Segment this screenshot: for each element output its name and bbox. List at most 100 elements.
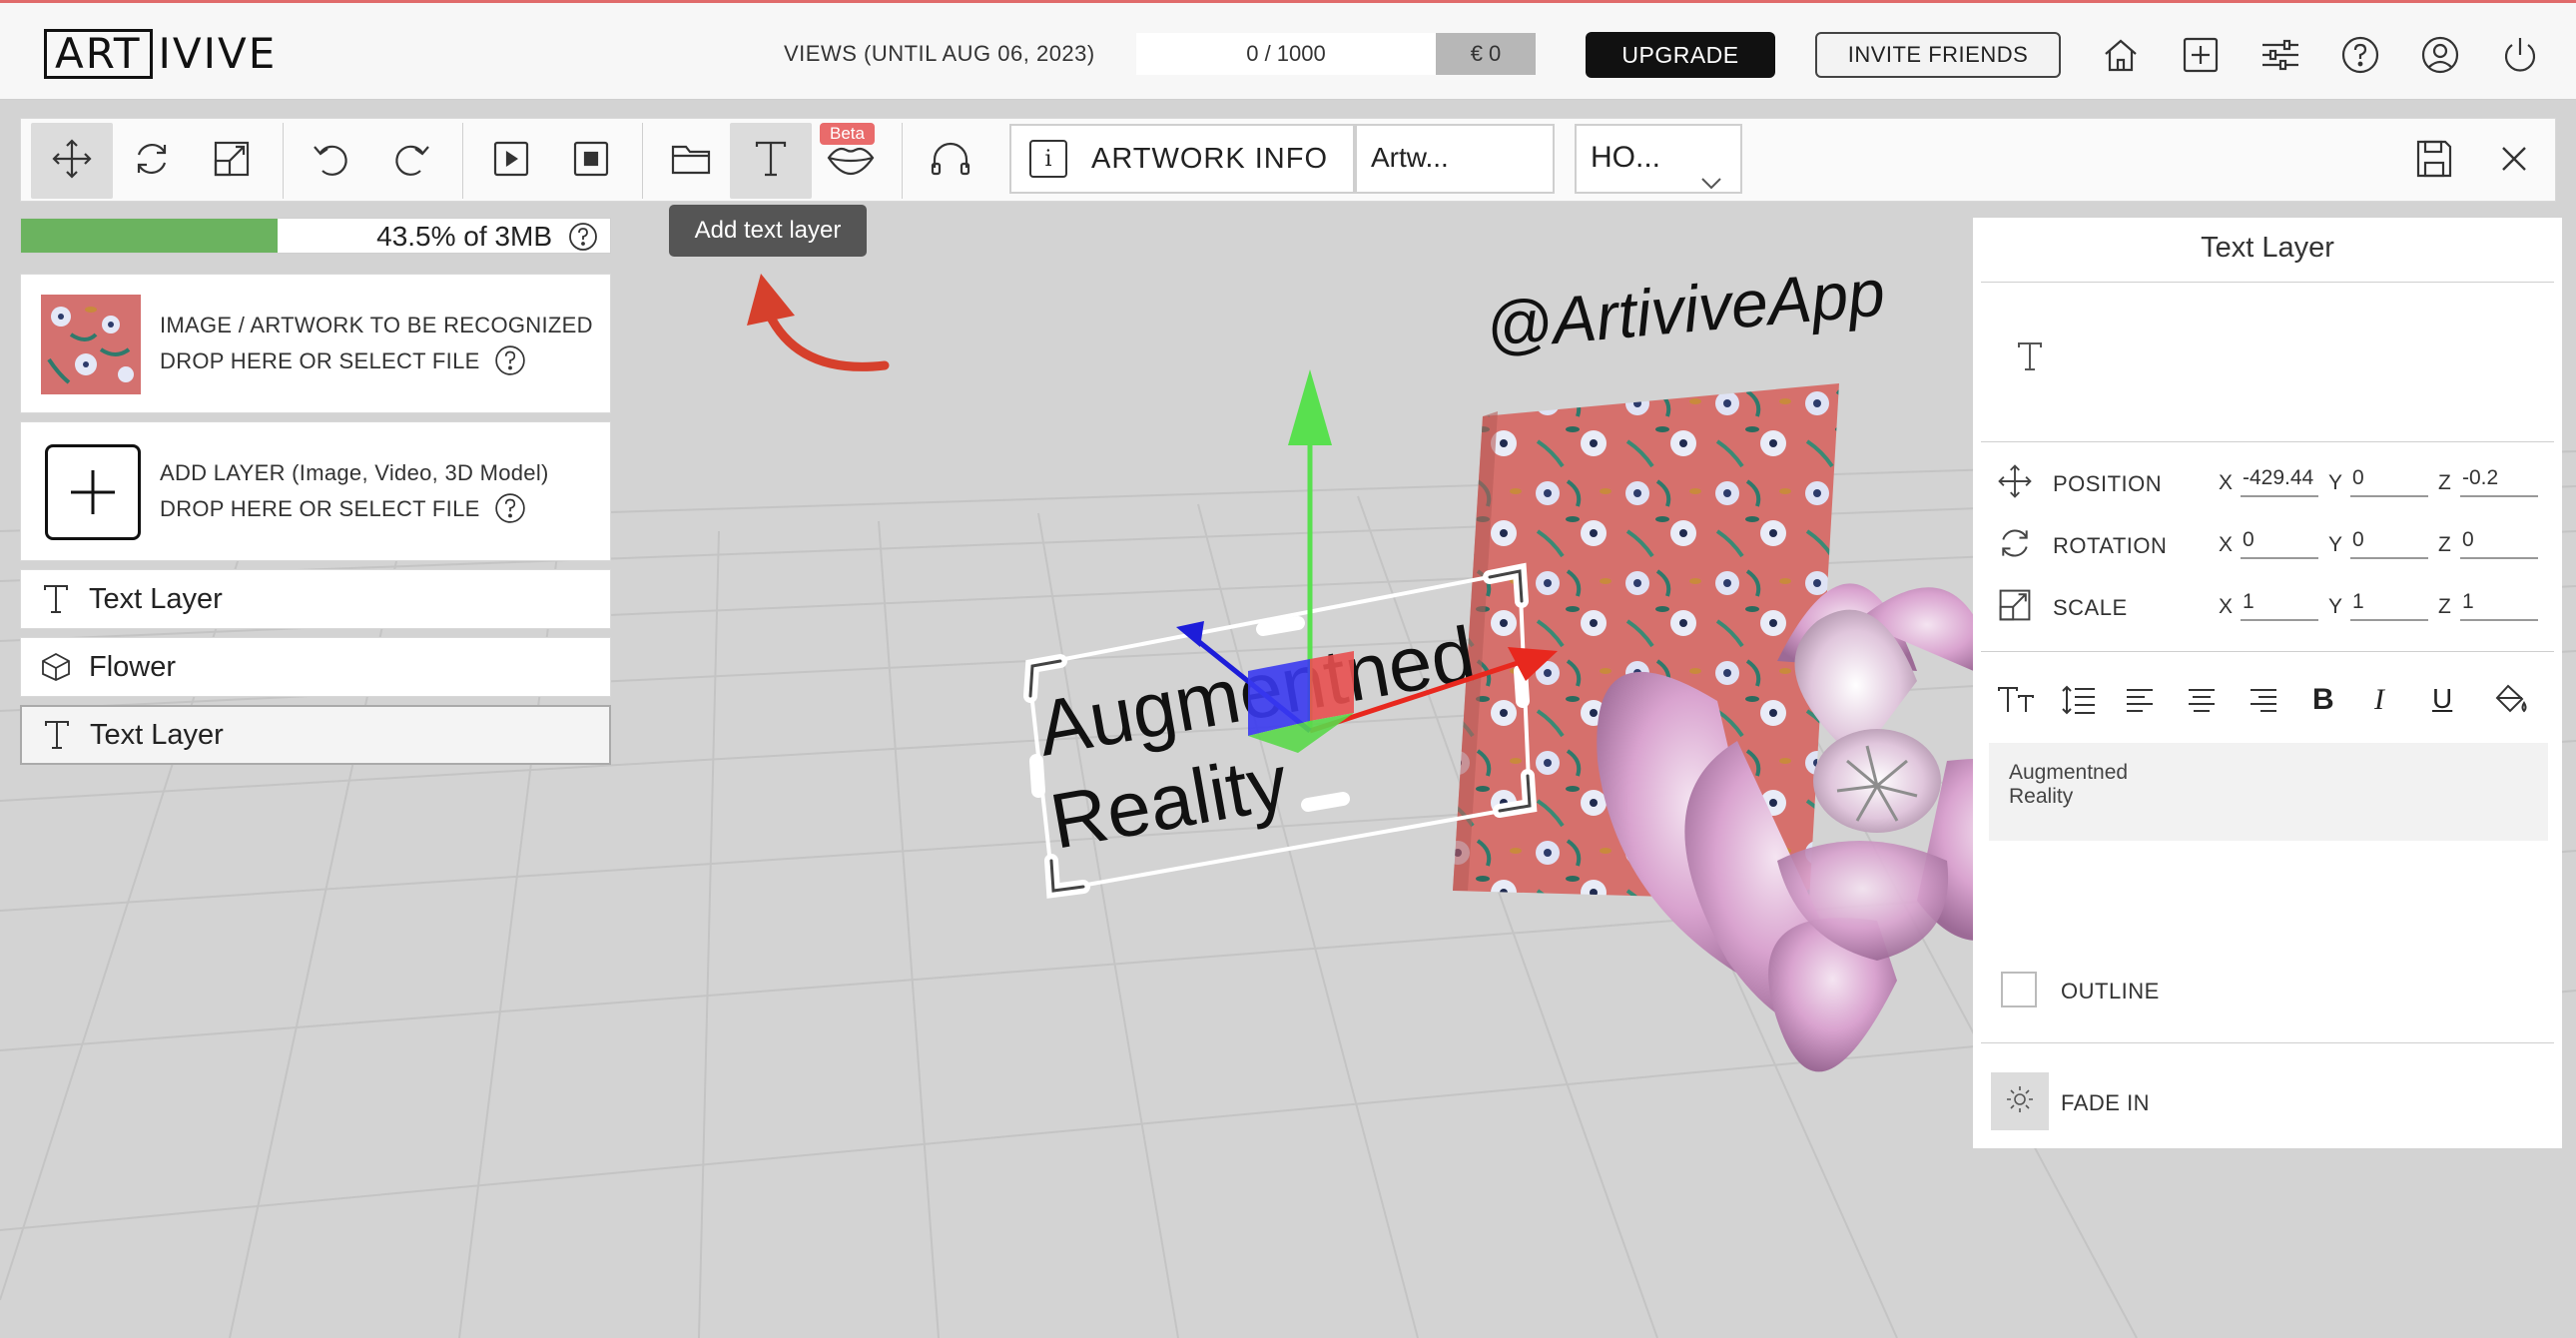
guide-arrow — [747, 274, 890, 371]
open-folder-button[interactable] — [650, 123, 732, 199]
rotate-icon — [132, 139, 172, 184]
line-height-icon[interactable] — [2061, 685, 2097, 720]
position-label: POSITION — [2053, 471, 2163, 496]
layer-item-text-2[interactable]: Text Layer — [20, 705, 611, 765]
position-z-input[interactable]: -0.2 — [2460, 463, 2538, 497]
save-icon — [2415, 139, 2453, 184]
rotation-y-input[interactable]: 0 — [2350, 525, 2428, 559]
paint-bucket-icon[interactable] — [2494, 683, 2528, 720]
add-layer-subtitle[interactable]: DROP HERE OR SELECT FILE — [160, 496, 480, 522]
fade-in-button[interactable] — [1991, 1072, 2049, 1130]
help-icon[interactable] — [568, 222, 598, 257]
layer-name: Text Layer — [90, 718, 224, 751]
scale-icon — [1997, 587, 2033, 628]
redo-icon — [390, 139, 432, 184]
upgrade-button[interactable]: UPGRADE — [1586, 32, 1775, 78]
sun-icon — [2005, 1084, 2035, 1119]
bold-icon[interactable]: B — [2312, 683, 2334, 717]
add-icon[interactable] — [2179, 33, 2223, 77]
save-button[interactable] — [2393, 123, 2475, 199]
storage-progress-fill — [21, 219, 278, 253]
align-left-icon[interactable] — [2125, 687, 2155, 720]
font-size-icon[interactable] — [1997, 685, 2037, 720]
add-text-layer-tooltip: Add text layer — [669, 205, 867, 257]
play-button[interactable] — [470, 123, 552, 199]
layer-name: Flower — [89, 650, 177, 683]
rotation-x-input[interactable]: 0 — [2241, 525, 2318, 559]
properties-panel: Text Layer POSITION X -429.44 Y 0 Z -0.2… — [1973, 218, 2562, 1148]
layer-item-flower[interactable]: Flower — [20, 637, 611, 697]
add-layer-icon — [45, 444, 141, 540]
scale-x-input[interactable]: 1 — [2241, 587, 2318, 621]
views-label: VIEWS (UNTIL AUG 06, 2023) — [784, 41, 1095, 66]
chevron-down-icon — [1700, 150, 1722, 214]
add-layer-title: ADD LAYER (Image, Video, 3D Model) — [160, 460, 549, 485]
underline-icon[interactable]: U — [2432, 683, 2452, 715]
rotation-z-input[interactable]: 0 — [2460, 525, 2538, 559]
undo-button[interactable] — [291, 123, 372, 199]
cube-icon — [37, 652, 75, 682]
invite-friends-button[interactable]: INVITE FRIENDS — [1815, 32, 2061, 78]
home-icon[interactable] — [2099, 33, 2143, 77]
settings-sliders-icon[interactable] — [2258, 33, 2302, 77]
artwork-name-field[interactable]: Artw... — [1355, 124, 1555, 194]
fade-in-label: FADE IN — [2061, 1090, 2151, 1115]
scale-icon — [212, 139, 252, 184]
power-icon[interactable] — [2498, 33, 2542, 77]
layer-name: Text Layer — [89, 582, 223, 615]
user-icon[interactable] — [2418, 33, 2462, 77]
artivive-handle-text: @ArtiviveApp — [1483, 255, 1888, 363]
gizmo-plane-yz[interactable] — [1310, 651, 1354, 721]
align-right-icon[interactable] — [2249, 687, 2278, 720]
text-content-input[interactable]: Augmentned Reality — [1989, 743, 2548, 841]
info-icon: i — [1029, 140, 1067, 178]
editor-toolbar: Beta i ARTWORK INFO Artw... HO... — [20, 118, 2556, 202]
redo-button[interactable] — [370, 123, 452, 199]
rotate-tool-button[interactable] — [111, 123, 193, 199]
layer-item-text-1[interactable]: Text Layer — [20, 569, 611, 629]
close-button[interactable] — [2473, 123, 2555, 199]
add-text-layer-button[interactable] — [730, 123, 812, 199]
close-icon — [2499, 144, 2529, 179]
gizmo-z-arrow[interactable] — [1176, 621, 1204, 647]
align-center-icon[interactable] — [2187, 687, 2217, 720]
italic-icon[interactable]: I — [2374, 683, 2384, 717]
folder-icon — [670, 140, 712, 183]
views-count: 0 / 1000 — [1136, 33, 1436, 75]
artwork-drop-zone[interactable]: IMAGE / ARTWORK TO BE RECOGNIZED DROP HE… — [20, 274, 611, 413]
scale-z-input[interactable]: 1 — [2460, 587, 2538, 621]
panel-title: Text Layer — [2201, 232, 2334, 264]
scale-y-input[interactable]: 1 — [2350, 587, 2428, 621]
stop-button[interactable] — [550, 123, 632, 199]
scale-label: SCALE — [2053, 595, 2128, 620]
audio-button[interactable] — [910, 123, 991, 199]
text-icon — [38, 720, 76, 750]
top-header: ART IVIVE VIEWS (UNTIL AUG 06, 2023) 0 /… — [0, 0, 2576, 100]
lips-icon — [826, 142, 876, 181]
gizmo-y-arrow[interactable] — [1288, 369, 1332, 445]
help-icon[interactable] — [494, 492, 526, 529]
mode-select[interactable]: HO... — [1575, 124, 1742, 194]
rotation-label: ROTATION — [2053, 533, 2168, 558]
outline-label: OUTLINE — [2061, 979, 2160, 1004]
artwork-thumbnail — [41, 295, 141, 394]
add-layer-drop-zone[interactable]: ADD LAYER (Image, Video, 3D Model) DROP … — [20, 421, 611, 561]
undo-icon — [311, 139, 352, 184]
rotate-icon — [1997, 525, 2033, 566]
move-tool-button[interactable] — [31, 123, 113, 199]
artivive-logo[interactable]: ART IVIVE — [44, 29, 277, 79]
artwork-info-button[interactable]: i ARTWORK INFO — [1009, 124, 1355, 194]
scale-tool-button[interactable] — [191, 123, 273, 199]
text-icon — [37, 584, 75, 614]
position-y-input[interactable]: 0 — [2350, 463, 2428, 497]
help-icon[interactable] — [2338, 33, 2382, 77]
artwork-drop-title: IMAGE / ARTWORK TO BE RECOGNIZED — [160, 313, 593, 337]
views-cost: € 0 — [1436, 33, 1536, 75]
position-x-input[interactable]: -429.44 — [2241, 463, 2318, 497]
help-icon[interactable] — [494, 344, 526, 381]
play-icon — [492, 140, 530, 183]
artwork-drop-subtitle[interactable]: DROP HERE OR SELECT FILE — [160, 348, 480, 374]
stop-icon — [572, 140, 610, 183]
text-icon — [2017, 341, 2043, 376]
outline-checkbox[interactable] — [2001, 972, 2037, 1007]
